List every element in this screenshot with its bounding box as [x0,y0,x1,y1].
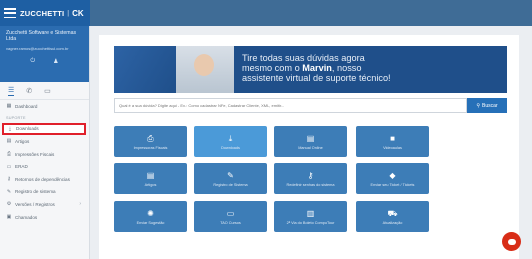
tile-boleto[interactable]: ▥ 2ª Via do Boleto CompuTour [274,201,347,232]
video-icon: ■ [390,133,395,143]
main-panel: Tire todas suas dúvidas agora mesmo com … [99,35,519,259]
monitor-icon: ▭ [6,163,12,170]
banner-marvin: Marvin [302,63,332,73]
gear-icon: ⚙ [6,201,12,208]
tile-label: TAO Cursos [220,220,241,225]
sidebar-item-artigos[interactable]: ▤ Artigos [0,135,89,148]
tile-label: Redefinir senhas do sistema [286,182,335,187]
sidebar-item-label: Chamados [15,214,38,220]
banner-line-2: mesmo com o Marvin, nosso [242,63,391,73]
tile-videoaulas[interactable]: ■ Videoaulas [356,126,429,157]
search-icon: ⚲ [476,102,481,109]
sidebar-item-impressoes[interactable]: ⎙ Impressões Fiscais [0,148,89,161]
tile-atualizacao[interactable]: ⛟ Atualização [356,201,429,232]
brand-name: ZUCCHETTI [20,8,65,18]
quick-tabs: ☰ ✆ ▭ [0,82,89,100]
top-bar: ZUCCHETTI | CK [0,0,90,26]
sidebar-item-retornos[interactable]: ⚷ Retornos de dependências [0,173,89,186]
pencil-icon: ✎ [6,188,12,195]
tile-label: Impressoras Fiscais [133,145,168,150]
tile-redefinir-senhas[interactable]: ⚷ Redefinir senhas do sistema [274,163,347,194]
phone-icon[interactable]: ✆ [26,87,32,95]
document-icon: ▤ [6,138,12,145]
chevron-right-icon: › [79,201,81,208]
sidebar-item-label: Retornos de dependências [15,176,70,182]
sidebar-item-erad[interactable]: ▭ ERAD [0,160,89,173]
company-name: Zucchetti Software e Sistemas Ltda [6,30,77,42]
chat-bubble-icon[interactable] [502,232,521,251]
banner-line-2-suffix: , nosso [331,63,362,73]
tile-manual[interactable]: ▤ Manual Online [274,126,347,157]
document-icon: ▤ [146,170,155,180]
tile-label: Atualização [382,220,403,225]
banner-line-2-prefix: mesmo com o [242,63,303,73]
power-icon[interactable]: ⏻ [30,58,35,65]
banner-line-1: Tire todas suas dúvidas agora [242,53,365,63]
sidebar-item-downloads[interactable]: ⤓ Downloads [2,122,86,136]
user-icon[interactable]: ♟ [53,58,58,65]
ticket-icon: ▣ [6,214,12,221]
user-email: vagner.ramos@zucchettisul.com.br [6,46,69,51]
sidebar-item-chamados[interactable]: ▣ Chamados [0,211,89,224]
header-bar [90,0,532,26]
tile-label: Manual Online [298,145,323,150]
profile-card: Zucchetti Software e Sistemas Ltda vagne… [0,26,89,82]
tile-label: Enviar Sugestão [136,220,165,225]
search-button[interactable]: ⚲ Buscar [467,98,507,113]
brand-logo: CK [72,8,84,18]
tile-label: Artigos [144,182,157,187]
printer-icon: ⎙ [147,133,154,143]
sidebar-item-label: ERAD [15,164,28,170]
sidebar-item-label: Impressões Fiscais [15,151,55,157]
search-input[interactable] [114,98,467,113]
tile-sugestao[interactable]: ✺ Enviar Sugestão [114,201,187,232]
bulb-icon: ✺ [147,208,154,218]
tile-impressoras[interactable]: ⎙ Impressoras Fiscais [114,126,187,157]
chat-tab-icon[interactable]: ▭ [44,87,51,95]
download-icon: ⤓ [228,133,233,143]
download-icon: ⤓ [8,125,12,132]
tile-label: 2ª Via do Boleto CompuTour [286,220,335,225]
menu-tab-icon[interactable]: ☰ [8,86,15,96]
key-icon: ⚷ [7,176,11,183]
tile-label: Videoaulas [383,145,402,150]
banner-person-image [176,46,234,93]
tile-cursos[interactable]: ▭ TAO Cursos [194,201,267,232]
sidebar-item-versoes[interactable]: ⚙ Versões / Registros › [0,198,89,211]
sidebar-item-dashboard[interactable]: ▦ Dashboard [0,100,89,113]
sidebar-section-suporte: SUPORTE [6,115,26,120]
sidebar: Zucchetti Software e Sistemas Ltda vagne… [0,26,90,259]
hamburger-icon[interactable] [4,8,16,18]
monitor-icon: ▭ [226,208,235,218]
tile-label: Enviar seu Ticket / Tickets [370,182,415,187]
banner-text: Tire todas suas dúvidas agora mesmo com … [242,53,391,83]
banner-decoration [114,46,176,93]
sidebar-item-label: Versões / Registros [15,201,55,207]
tile-registro[interactable]: ✎ Registro de Sistema [194,163,267,194]
tile-label: Registro de Sistema [213,182,248,187]
book-icon: ▤ [306,133,315,143]
brand-separator: | [67,9,70,17]
printer-icon: ⎙ [6,151,11,158]
barcode-icon: ▥ [306,208,315,218]
tile-artigos[interactable]: ▤ Artigos [114,163,187,194]
tile-label: Downloads [221,145,240,150]
dashboard-icon: ▦ [6,103,12,110]
tile-tickets[interactable]: ◆ Enviar seu Ticket / Tickets [356,163,429,194]
search-button-label: Buscar [482,102,498,109]
cart-icon: ⛟ [387,208,398,218]
sidebar-item-registro[interactable]: ✎ Registro de sistema [0,186,89,199]
sidebar-item-label: Registro de sistema [15,189,56,195]
key-icon: ⚷ [307,170,314,180]
sidebar-item-label: Downloads [16,126,39,132]
banner-line-3: assistente virtual de suporte técnico! [242,73,391,83]
pencil-icon: ✎ [227,170,234,180]
search-bar: ⚲ Buscar [114,98,507,113]
tag-icon: ◆ [389,170,396,180]
sidebar-item-label: Dashboard [15,103,38,109]
marvin-banner[interactable]: Tire todas suas dúvidas agora mesmo com … [114,46,507,93]
sidebar-item-label: Artigos [15,138,30,144]
tile-downloads[interactable]: ⤓ Downloads [194,126,267,157]
